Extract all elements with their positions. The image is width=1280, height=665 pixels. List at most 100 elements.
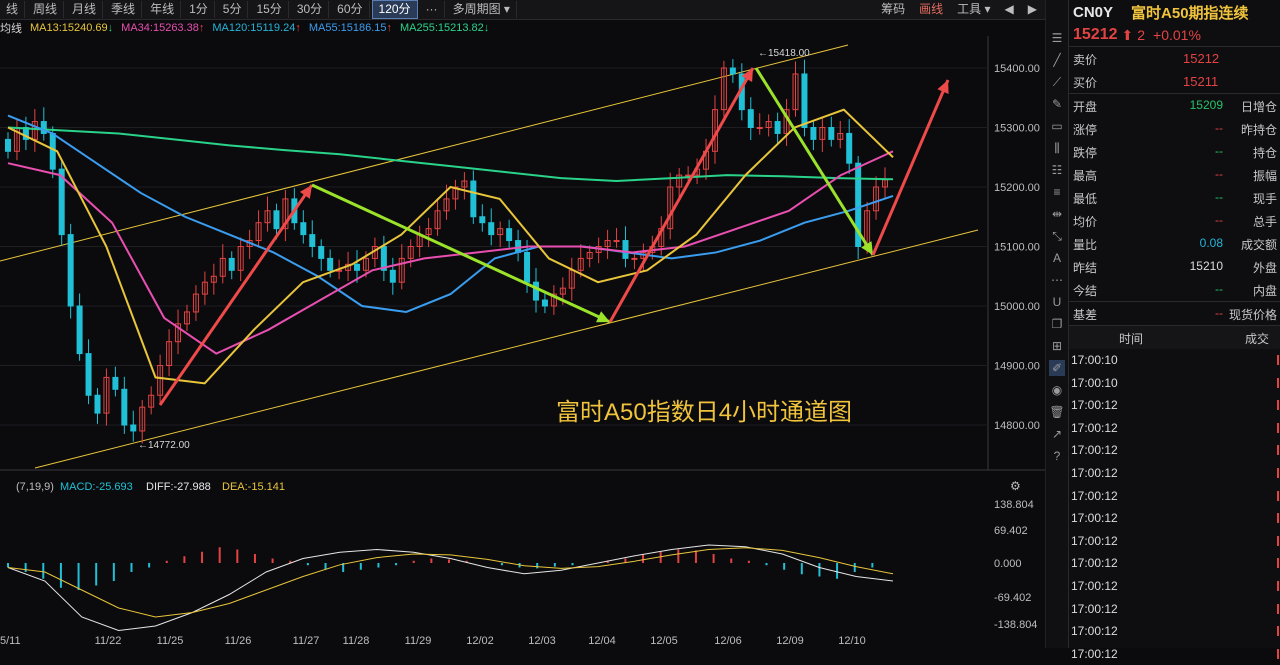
tab-2[interactable]: 季线 <box>105 1 143 18</box>
candle-body <box>85 353 92 396</box>
export-icon[interactable]: ↗ <box>1049 426 1065 442</box>
tab-10[interactable]: ··· <box>420 1 445 18</box>
tab-6[interactable]: 15分 <box>250 1 289 18</box>
eye-icon[interactable]: ◉ <box>1049 382 1065 398</box>
tab-3[interactable]: 年线 <box>144 1 182 18</box>
menu-icon[interactable]: ☰ <box>1049 30 1065 46</box>
pitch-icon[interactable]: ⤡ <box>1049 228 1065 244</box>
low-label: ←14772.00 <box>138 440 190 451</box>
candle-body <box>756 127 763 129</box>
quote-label-right: 成交额 <box>1240 238 1277 252</box>
quote-label-right: 日增仓 <box>1240 100 1277 114</box>
draw-icon[interactable]: ✐ <box>1049 360 1065 376</box>
trade-time: 17:00:12 <box>1071 420 1118 435</box>
ma55-line <box>7 114 894 313</box>
x-tick-label: 11/25 <box>157 635 184 647</box>
trade-time: 17:00:12 <box>1071 601 1118 616</box>
ma-item-2: MA120:15119.24↑ <box>212 22 300 34</box>
prev-icon[interactable]: ◀ <box>999 1 1020 18</box>
trade-time: 17:00:12 <box>1071 646 1118 661</box>
tab-11[interactable]: 多周期图 ▾ <box>447 1 517 18</box>
rect-icon[interactable]: ▭ <box>1049 118 1065 134</box>
kline-chart[interactable]: 15400.00 15300.00 15200.00 15100.00 15000.00… <box>0 36 1045 648</box>
candle-body <box>470 180 477 218</box>
candle-body <box>112 376 119 390</box>
ma-item-3: MA55:15186.15↑ <box>309 22 392 34</box>
trade-time: 17:00:12 <box>1071 465 1118 480</box>
contract-code: CN0Y <box>1073 3 1114 21</box>
more-icon[interactable]: ⋯ <box>1049 272 1065 288</box>
trade-time: 17:00:12 <box>1071 556 1118 571</box>
copy-icon[interactable]: ❐ <box>1049 316 1065 332</box>
y-tick-label: 15300.00 <box>994 123 1040 135</box>
ma-value: MA34:15263.38 <box>121 22 199 34</box>
tab-7[interactable]: 30分 <box>291 1 330 18</box>
quote-panel: CN0Y 富时A50期指连续 15212 ⬆ 2 +0.01% 卖价 15212… <box>1068 0 1280 661</box>
candle-body <box>300 222 307 236</box>
lock-icon[interactable]: ⊞ <box>1049 338 1065 354</box>
trade-row: 17:00:10 <box>1069 349 1280 372</box>
quote-label-right: 总手 <box>1252 215 1277 229</box>
quote-row-6: 量比 0.08 成交额 <box>1069 232 1280 255</box>
pen-icon[interactable]: ✎ <box>1049 96 1065 112</box>
tab-4[interactable]: 1分 <box>183 1 215 18</box>
tab-8[interactable]: 60分 <box>331 1 370 18</box>
deal-header: 成交 <box>1244 332 1269 346</box>
tab-partial-line[interactable]: 线 <box>0 1 26 18</box>
measure-icon[interactable]: ⇹ <box>1049 206 1065 222</box>
ma-item-0: MA13:15240.69↓ <box>30 22 113 34</box>
time-header: 时间 <box>1119 332 1144 346</box>
tab-9[interactable]: 120分 <box>371 0 418 19</box>
trade-tick <box>1277 400 1279 411</box>
trash-icon[interactable]: 🗑 <box>1049 404 1065 420</box>
text-icon[interactable]: A <box>1049 250 1065 266</box>
fib-icon[interactable]: ≡ <box>1049 184 1065 200</box>
buy-row: 买价 15211 <box>1069 70 1280 94</box>
trade-tick <box>1277 377 1279 388</box>
toolbar-right-0[interactable]: 筹码 <box>875 1 911 18</box>
ma-arrow-icon: ↓ <box>483 22 490 34</box>
tab-5[interactable]: 5分 <box>217 1 249 18</box>
quote-label: 昨结 <box>1073 261 1098 275</box>
next-icon[interactable]: ▶ <box>1022 1 1043 18</box>
trade-tick <box>1277 445 1279 456</box>
quote-row-1: 涨停 -- 昨持仓 <box>1069 117 1280 140</box>
tab-1[interactable]: 月线 <box>66 1 104 18</box>
quote-header: CN0Y 富时A50期指连续 <box>1069 0 1280 24</box>
candle-body <box>747 109 754 129</box>
macd-y-tick: 69.402 <box>994 525 1028 537</box>
quote-row-5: 均价 -- 总手 <box>1069 209 1280 232</box>
quote-value: -- <box>1215 167 1223 181</box>
up-arrow-2 <box>608 67 755 323</box>
ma-value: MA13:15240.69 <box>30 22 108 34</box>
buy-label: 买价 <box>1073 76 1098 90</box>
macd-y-tick: 138.804 <box>994 499 1034 511</box>
toolbar-right-2[interactable]: 工具 ▾ <box>951 1 996 18</box>
price-change-pct: +0.01% <box>1153 27 1201 43</box>
trade-time: 17:00:12 <box>1071 624 1118 639</box>
trade-tick <box>1277 535 1279 546</box>
toolbar-right-1[interactable]: 画线 <box>913 1 949 18</box>
help-icon[interactable]: ? <box>1049 448 1065 464</box>
x-tick-label: 11/22 <box>95 635 122 647</box>
ma-arrow-icon: ↑ <box>295 22 301 34</box>
bars-icon[interactable]: ⫼ <box>1049 140 1065 156</box>
channel-lower-line <box>34 229 979 469</box>
candle-body <box>810 127 817 140</box>
tab-0[interactable]: 周线 <box>27 1 65 18</box>
candle-body <box>67 234 74 307</box>
ray-icon[interactable]: ⟋ <box>1049 74 1065 90</box>
channel-icon[interactable]: ☷ <box>1049 162 1065 178</box>
trade-list[interactable]: 17:00:10 17:00:10 17:00:12 17:00:12 17:00:12… <box>1069 349 1280 665</box>
trade-row: 17:00:12 <box>1069 643 1280 665</box>
line-icon[interactable]: ╱ <box>1049 52 1065 68</box>
y-tick-label: 15200.00 <box>994 182 1040 194</box>
candle-body <box>613 240 620 243</box>
magnet-icon[interactable]: U <box>1049 294 1065 310</box>
candle-body <box>327 257 334 271</box>
x-tick-label: 11/29 <box>405 635 432 647</box>
quote-label: 开盘 <box>1073 100 1098 114</box>
quote-label: 最高 <box>1073 169 1098 183</box>
ma-legend: 均线 MA13:15240.69↓ MA34:15263.38↑ MA120:151… <box>0 20 1045 36</box>
candle-body <box>774 121 781 134</box>
